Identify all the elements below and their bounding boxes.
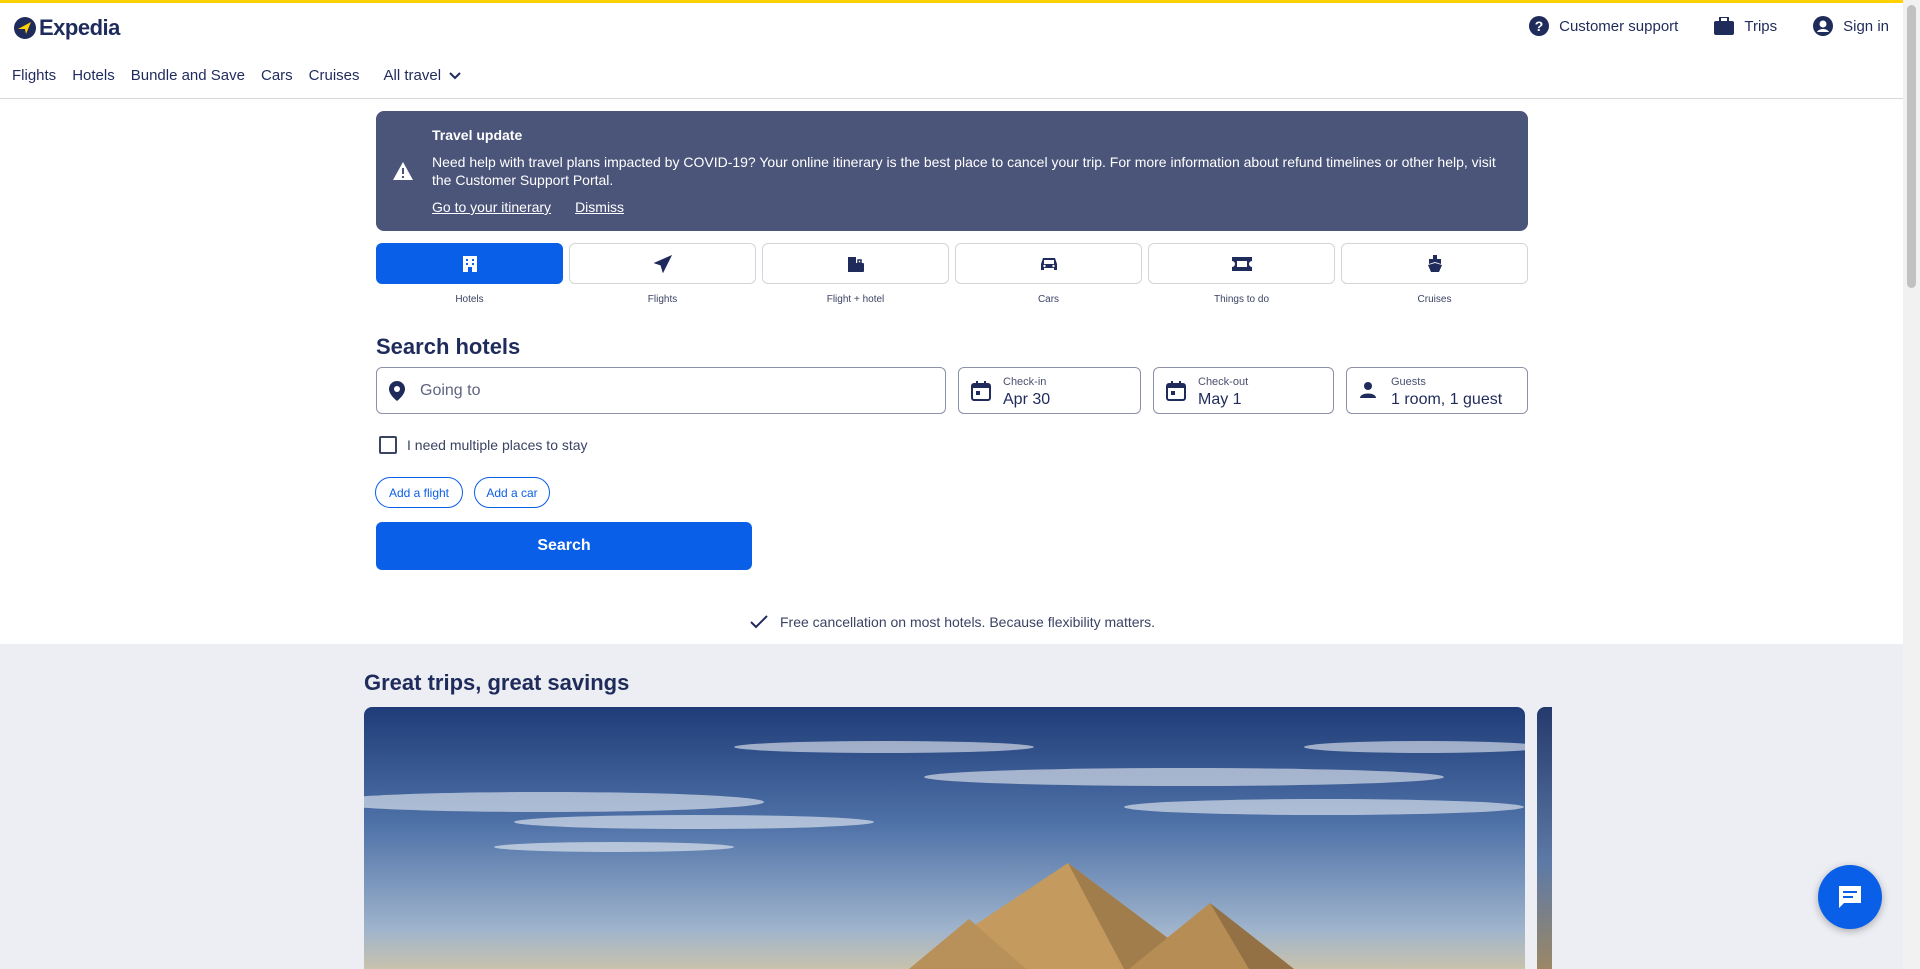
customer-support-link[interactable]: ? Customer support	[1529, 16, 1678, 36]
checkmark-icon	[750, 615, 768, 629]
ticket-icon	[1231, 256, 1252, 271]
luggage-icon	[847, 256, 864, 272]
trips-label: Trips	[1744, 17, 1778, 35]
search-title: Search hotels	[376, 334, 521, 359]
guests-field[interactable]: Guests 1 room, 1 guest	[1346, 367, 1528, 414]
tab-hotels[interactable]: Hotels	[376, 243, 563, 305]
all-travel-dropdown[interactable]: All travel	[384, 67, 462, 84]
expedia-logo[interactable]: Expedia	[14, 15, 120, 41]
alert-links: Go to your itinerary Dismiss	[432, 199, 624, 215]
chat-bubble-icon	[1839, 886, 1861, 908]
tab-flight-hotel-label: Flight + hotel	[826, 294, 885, 305]
deals-title: Great trips, great savings	[364, 670, 630, 695]
alert-title: Travel update	[432, 127, 523, 143]
guests-value: 1 room, 1 guest	[1391, 391, 1503, 408]
free-cancellation-note: Free cancellation on most hotels. Becaus…	[750, 614, 1155, 630]
trips-link[interactable]: Trips	[1714, 17, 1777, 35]
next-promo-card-peek[interactable]	[1537, 707, 1552, 969]
check-out-label: Check-out	[1198, 376, 1249, 388]
nav-bundle-and-save[interactable]: Bundle and Save	[131, 67, 245, 84]
tab-hotels-label: Hotels	[455, 294, 484, 305]
tab-cruises-label: Cruises	[1417, 294, 1452, 305]
utility-nav: ? Customer support Trips Sign in	[1529, 16, 1889, 36]
nav-cars[interactable]: Cars	[261, 67, 293, 84]
main-nav: Flights Hotels Bundle and Save Cars Crui…	[12, 67, 461, 84]
calendar-icon	[971, 381, 991, 401]
tab-cruises[interactable]: Cruises	[1341, 243, 1528, 305]
go-to-itinerary-link[interactable]: Go to your itinerary	[432, 199, 551, 215]
search-button[interactable]: Search	[376, 522, 752, 570]
free-cancellation-text: Free cancellation on most hotels. Becaus…	[780, 614, 1156, 630]
cruise-icon	[1427, 254, 1442, 272]
nav-hotels[interactable]: Hotels	[72, 67, 115, 84]
travel-update-banner: Travel update Need help with travel plan…	[376, 111, 1528, 231]
multiple-places-label[interactable]: I need multiple places to stay	[407, 437, 588, 453]
check-out-field[interactable]: Check-out May 1	[1153, 367, 1334, 414]
tab-cars-label: Cars	[1037, 294, 1060, 305]
sign-in-label: Sign in	[1843, 17, 1889, 35]
check-in-value: Apr 30	[1003, 391, 1051, 408]
person-icon	[1360, 382, 1376, 398]
chat-button[interactable]	[1818, 865, 1882, 929]
nav-cruises[interactable]: Cruises	[309, 67, 360, 84]
logo-text: Expedia	[39, 15, 120, 40]
going-to-field[interactable]: Going to	[376, 367, 946, 414]
tab-things-to-do-label: Things to do	[1213, 294, 1270, 305]
tab-flights[interactable]: Flights	[569, 243, 756, 305]
going-to-placeholder: Going to	[420, 382, 481, 399]
tab-things-to-do[interactable]: Things to do	[1148, 243, 1335, 305]
svg-text:?: ?	[1535, 18, 1544, 34]
check-in-label: Check-in	[1003, 376, 1047, 388]
briefcase-icon	[1714, 17, 1735, 35]
customer-support-label: Customer support	[1559, 17, 1679, 35]
warning-icon	[393, 162, 413, 180]
calendar-icon	[1166, 381, 1186, 401]
page-scrollbar[interactable]	[1903, 0, 1920, 969]
add-flight-button[interactable]: Add a flight	[375, 477, 463, 508]
add-car-button[interactable]: Add a car	[474, 477, 550, 508]
car-icon	[1040, 257, 1057, 270]
account-icon	[1813, 16, 1834, 36]
dismiss-link[interactable]: Dismiss	[575, 199, 624, 215]
promo-card-image[interactable]	[364, 707, 1525, 969]
tab-cars[interactable]: Cars	[955, 243, 1142, 305]
tab-flight-hotel[interactable]: Flight + hotel	[762, 243, 949, 305]
site-header: Expedia ? Customer support Trips Sign in…	[0, 3, 1903, 99]
plane-icon	[653, 254, 672, 273]
help-circle-icon: ?	[1529, 16, 1550, 36]
all-travel-label: All travel	[383, 67, 442, 84]
sign-in-link[interactable]: Sign in	[1813, 16, 1889, 36]
multiple-places-checkbox[interactable]	[379, 436, 397, 454]
check-out-value: May 1	[1198, 391, 1242, 408]
hotel-icon	[462, 255, 477, 272]
map-pin-icon	[389, 381, 405, 401]
product-tabs: Hotels Flights Flight + hotel Cars Thing…	[376, 243, 1528, 305]
guests-label: Guests	[1391, 376, 1426, 388]
multiple-places-option: I need multiple places to stay	[379, 436, 588, 454]
expedia-logo-icon	[14, 17, 36, 39]
scrollbar-thumb[interactable]	[1907, 5, 1916, 288]
chevron-down-icon	[449, 71, 461, 79]
nav-flights[interactable]: Flights	[12, 67, 56, 84]
alert-body: Need help with travel plans impacted by …	[432, 154, 1496, 188]
tab-flights-label: Flights	[647, 294, 678, 305]
check-in-field[interactable]: Check-in Apr 30	[958, 367, 1141, 414]
